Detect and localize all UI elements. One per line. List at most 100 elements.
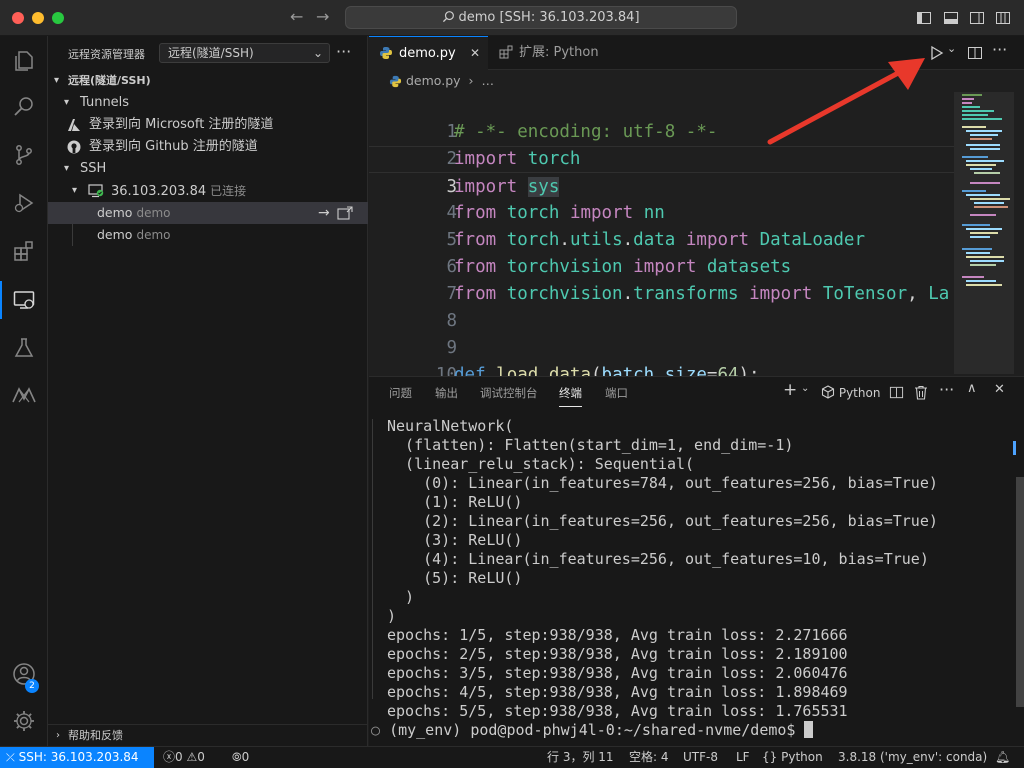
toggle-panel-icon[interactable] (943, 10, 959, 26)
chevron-right-icon: › (468, 73, 474, 88)
toggle-secondary-sidebar-icon[interactable] (969, 10, 985, 26)
chevron-down-icon: ▾ (54, 75, 60, 86)
split-terminal-icon[interactable] (889, 385, 904, 400)
terminal-output[interactable]: NeuralNetwork( (flatten): Flatten(start_… (369, 417, 1024, 747)
tree-item-tunnel-github[interactable]: 登录到向 Github 注册的隧道 (48, 136, 368, 158)
notifications-bell-icon[interactable]: 🔔︎ (995, 747, 1010, 768)
python-interpreter[interactable]: 3.8.18 ('my_env': conda) (838, 747, 987, 768)
tab-demo-py[interactable]: demo.py ✕ (369, 36, 488, 70)
tab-terminal[interactable]: 终端 (559, 385, 582, 407)
editor-more-actions-icon[interactable]: ··· (992, 40, 1007, 59)
terminal-profile[interactable]: Python (821, 385, 880, 400)
section-remote-header[interactable]: ▾ 远程(隧道/SSH) (48, 70, 368, 92)
terminal-line: (2): Linear(in_features=256, out_feature… (387, 512, 938, 530)
terminal-prompt-line[interactable]: ○ (my_env) pod@pod-phwj4l-0:~/shared-nvm… (371, 721, 814, 740)
section-remote-title: 远程(隧道/SSH) (68, 74, 151, 87)
run-python-file-icon[interactable] (930, 45, 944, 61)
python-file-icon (380, 47, 392, 59)
close-tab-icon[interactable]: ✕ (470, 37, 480, 70)
tree-item-tunnels[interactable]: ▾ Tunnels (48, 92, 368, 114)
back-arrow-icon[interactable]: ← (290, 7, 303, 26)
terminal-scrollbar[interactable] (1016, 477, 1024, 707)
tab-extension-python[interactable]: 扩展: Python (489, 36, 619, 70)
terminal-panel: 问题 输出 调试控制台 终端 端口 + ⌄ Python ··· ∧ ✕ Neu… (369, 376, 1024, 746)
new-terminal-icon[interactable]: + (783, 380, 797, 400)
terminal-line: (flatten): Flatten(start_dim=1, end_dim=… (387, 436, 794, 454)
language-mode[interactable]: {} Python (762, 747, 823, 768)
breadcrumb-rest[interactable]: … (482, 73, 495, 88)
tree-item-tunnel-microsoft[interactable]: 登录到向 Microsoft 注册的隧道 (48, 114, 368, 136)
chevron-down-icon: ▾ (72, 185, 78, 196)
command-center[interactable]: demo [SSH: 36.103.203.84] (345, 6, 737, 29)
remote-type-select[interactable]: 远程(隧道/SSH) ⌄ (159, 43, 330, 63)
help-feedback-section[interactable]: › 帮助和反馈 (48, 724, 368, 746)
search-activity-icon[interactable] (0, 84, 48, 130)
split-editor-icon[interactable] (967, 45, 983, 61)
connect-in-current-window-icon[interactable]: → (318, 202, 330, 224)
code-line: 4 from torch import nn (369, 173, 954, 223)
tab-problems[interactable]: 问题 (389, 385, 412, 407)
minimize-window-button[interactable] (32, 12, 44, 24)
language-mode-label: Python (781, 750, 823, 764)
python-cube-icon (821, 385, 835, 399)
problems-status[interactable]: ⓧ0 ⚠0 (163, 747, 205, 768)
close-panel-icon[interactable]: ✕ (994, 382, 1005, 397)
connect-in-new-window-icon[interactable] (337, 206, 353, 220)
tree-item-tunnel-github-label: 登录到向 Github 注册的隧道 (89, 139, 258, 154)
remote-explorer-icon[interactable] (0, 277, 48, 323)
extensions-icon[interactable] (0, 228, 48, 274)
panel-more-actions-icon[interactable]: ··· (939, 380, 954, 399)
editor-scrollbar[interactable] (1010, 92, 1024, 376)
indentation-status[interactable]: 空格: 4 (629, 747, 669, 768)
chevron-down-icon: ▾ (64, 97, 70, 108)
tree-item-folder[interactable]: demo demo (48, 224, 368, 246)
testing-icon[interactable] (0, 325, 48, 371)
code-line: 11 training_data = datasets.FashionMNIST… (369, 362, 954, 376)
toggle-primary-sidebar-icon[interactable] (916, 10, 932, 26)
run-debug-icon[interactable] (0, 180, 48, 226)
cursor-position[interactable]: 行 3，列 11 (547, 747, 614, 768)
tab-ports[interactable]: 端口 (605, 385, 628, 407)
code-line: 6 from torchvision import datasets (369, 227, 954, 277)
github-icon (67, 140, 81, 154)
tree-item-ssh[interactable]: ▾ SSH (48, 158, 368, 180)
ports-status[interactable]: ⦾0 (232, 747, 249, 768)
model-icon[interactable] (0, 372, 48, 418)
terminal-scroll-marker (1013, 441, 1016, 455)
terminal-prompt: (my_env) pod@pod-phwj4l-0:~/shared-nvme/… (389, 721, 805, 739)
explorer-icon[interactable] (0, 38, 48, 84)
eol-status[interactable]: LF (736, 747, 750, 768)
remote-indicator[interactable]: ⤫ SSH: 36.103.203.84 (0, 747, 154, 768)
customize-layout-icon[interactable] (995, 10, 1011, 26)
source-control-icon[interactable] (0, 132, 48, 178)
host-status: 已连接 (210, 184, 247, 198)
breadcrumb-file[interactable]: demo.py (406, 73, 461, 88)
tab-output[interactable]: 输出 (435, 385, 458, 407)
forward-arrow-icon[interactable]: → (316, 7, 329, 26)
chevron-right-icon: › (56, 730, 60, 741)
more-actions-icon[interactable]: ··· (336, 42, 351, 61)
tab-debug-console[interactable]: 调试控制台 (480, 385, 538, 407)
manage-gear-icon[interactable] (0, 698, 48, 744)
terminal-profile-label: Python (838, 386, 881, 400)
zoom-window-button[interactable] (52, 12, 64, 24)
terminal-line: (linear_relu_stack): Sequential( (387, 455, 695, 473)
terminal-line: epochs: 3/5, step:938/938, Avg train los… (387, 664, 848, 682)
sidebar-header: 远程资源管理器 远程(隧道/SSH) ⌄ ··· (48, 36, 368, 70)
azure-icon (68, 119, 80, 131)
run-options-chevron-icon[interactable]: ⌄ (947, 42, 956, 55)
encoding-status[interactable]: UTF-8 (683, 747, 718, 768)
extensions-icon (499, 45, 513, 59)
maximize-panel-icon[interactable]: ∧ (967, 381, 977, 396)
close-window-button[interactable] (12, 12, 24, 24)
accounts-icon[interactable]: 2 (0, 651, 48, 697)
tree-item-tunnels-label: Tunnels (80, 95, 130, 110)
folder-desc: demo (136, 228, 171, 242)
remote-icon: ⤫ (6, 751, 15, 764)
terminal-line: (3): ReLU() (387, 531, 523, 549)
tree-item-host[interactable]: ▾ 36.103.203.84 已连接 (48, 180, 368, 202)
python-file-icon (389, 75, 402, 88)
kill-terminal-trash-icon[interactable] (914, 385, 928, 400)
terminal-profile-chevron-icon[interactable]: ⌄ (801, 383, 809, 394)
tree-item-folder[interactable]: demo demo → (48, 202, 368, 224)
